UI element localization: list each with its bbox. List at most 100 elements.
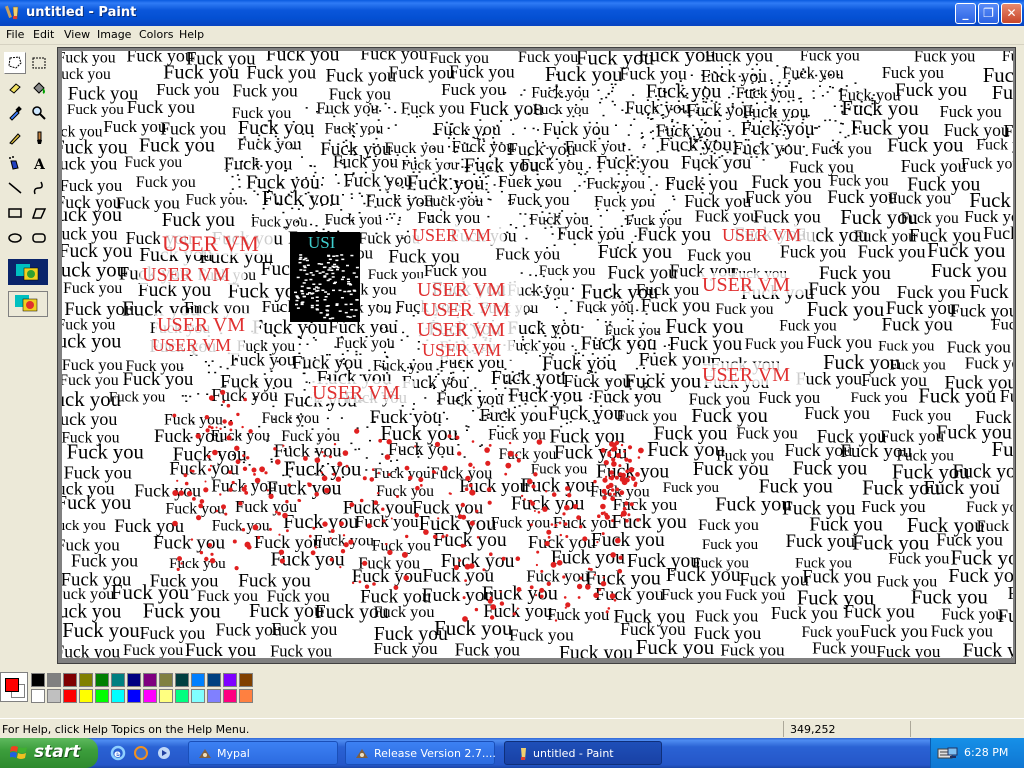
transparency-opaque-option[interactable]: [8, 259, 48, 285]
palette-swatch[interactable]: [159, 689, 173, 703]
menu-help[interactable]: Help: [179, 28, 204, 41]
firefox-icon[interactable]: [133, 745, 149, 761]
canvas-scribble-dot: [404, 370, 407, 372]
airbrush-tool[interactable]: [4, 152, 26, 174]
canvas-scribble-dot: [555, 86, 558, 88]
canvas-spray-dot: [209, 558, 216, 564]
canvas-scribble-dot: [398, 216, 401, 219]
canvas-scribble-dot: [307, 191, 310, 194]
palette-swatch[interactable]: [127, 673, 141, 687]
paint-app-icon: [5, 5, 19, 20]
palette-swatch[interactable]: [95, 689, 109, 703]
palette-swatch[interactable]: [143, 689, 157, 703]
palette-swatch[interactable]: [207, 673, 221, 687]
curve-tool[interactable]: [28, 177, 50, 199]
canvas-scribble-dot: [489, 198, 492, 201]
canvas-scribble-dot: [699, 139, 702, 142]
canvas-scribble-dot: [437, 203, 440, 205]
canvas-scribble-dot: [743, 112, 746, 115]
eraser-tool[interactable]: [4, 77, 26, 99]
palette-swatch[interactable]: [207, 689, 221, 703]
task-mypal[interactable]: Mypal: [188, 741, 338, 765]
canvas-scribble-dot: [311, 196, 314, 198]
magnifier-tool[interactable]: [28, 102, 50, 124]
palette-swatch[interactable]: [47, 673, 61, 687]
palette-swatch[interactable]: [47, 689, 61, 703]
palette-swatch[interactable]: [175, 689, 189, 703]
canvas-spray-dot: [220, 389, 226, 395]
canvas-spray-dot: [278, 549, 285, 555]
minimize-button[interactable]: _: [955, 3, 976, 24]
line-tool[interactable]: [4, 177, 26, 199]
text-tool[interactable]: A: [28, 152, 50, 174]
pencil-tool[interactable]: [4, 127, 26, 149]
close-button[interactable]: ✕: [1001, 3, 1022, 24]
palette-swatch[interactable]: [191, 673, 205, 687]
ellipse-tool[interactable]: [4, 227, 26, 249]
canvas-spray-dot: [259, 466, 265, 473]
canvas-scribble-dot: [377, 119, 380, 121]
polygon-tool[interactable]: [28, 202, 50, 224]
palette-swatch[interactable]: [79, 673, 93, 687]
canvas-scribble-dot: [513, 406, 516, 409]
palette-swatch[interactable]: [95, 673, 109, 687]
menu-file[interactable]: File: [6, 28, 24, 41]
canvas-scribble-dot: [707, 80, 710, 82]
fill-with-color-tool[interactable]: [28, 77, 50, 99]
palette-swatch[interactable]: [63, 689, 77, 703]
canvas-spray-dot: [376, 492, 380, 495]
free-form-select-tool[interactable]: [4, 52, 26, 74]
palette-swatch[interactable]: [31, 689, 45, 703]
canvas-scribble-dot: [598, 137, 601, 140]
canvas-scribble-dot: [751, 82, 754, 84]
network-icon[interactable]: [945, 745, 961, 761]
menu-colors[interactable]: Colors: [139, 28, 173, 41]
canvas-scribble-dot: [328, 139, 331, 142]
maximize-button[interactable]: ❐: [978, 3, 999, 24]
palette-swatch[interactable]: [63, 673, 77, 687]
canvas-spray-dot: [241, 425, 244, 429]
canvas-text-stamp: Fuck you: [283, 511, 358, 533]
menu-view[interactable]: View: [64, 28, 90, 41]
menu-image[interactable]: Image: [97, 28, 131, 41]
menu-edit[interactable]: Edit: [33, 28, 54, 41]
palette-swatch[interactable]: [111, 673, 125, 687]
transparency-transparent-option[interactable]: [8, 291, 48, 317]
palette-swatch[interactable]: [223, 673, 237, 687]
canvas-scribble-dot: [751, 111, 754, 113]
drawing-canvas[interactable]: Fuck you Fuck you Fuck you Fuck you Fuck you…: [62, 51, 1013, 658]
palette-swatch[interactable]: [239, 689, 253, 703]
rounded-rectangle-tool[interactable]: [28, 227, 50, 249]
palette-swatch[interactable]: [223, 689, 237, 703]
palette-swatch[interactable]: [79, 689, 93, 703]
palette-swatch[interactable]: [159, 673, 173, 687]
palette-swatch[interactable]: [239, 673, 253, 687]
palette-swatch[interactable]: [111, 689, 125, 703]
canvas-scribble-dot: [651, 130, 654, 132]
media-player-icon[interactable]: [156, 745, 172, 761]
foreground-color-swatch[interactable]: [5, 678, 19, 692]
canvas-scribble-dot: [653, 352, 656, 355]
palette-swatch[interactable]: [127, 689, 141, 703]
canvas-scribble-dot: [544, 335, 547, 337]
palette-swatch[interactable]: [191, 689, 205, 703]
canvas-scribble-dot: [855, 105, 858, 107]
canvas-spray-dot: [228, 470, 233, 474]
task-release-version[interactable]: Release Version 2.7....: [345, 741, 496, 765]
palette-swatch[interactable]: [31, 673, 45, 687]
canvas-scribble-dot: [297, 141, 300, 143]
canvas-spray-dot: [321, 475, 328, 482]
task-paint[interactable]: untitled - Paint: [504, 741, 662, 765]
select-tool[interactable]: [28, 52, 50, 74]
canvas-spray-dot: [178, 490, 184, 496]
canvas-scribble-dot: [597, 422, 600, 424]
rectangle-tool[interactable]: [4, 202, 26, 224]
palette-swatch[interactable]: [175, 673, 189, 687]
palette-swatch[interactable]: [143, 673, 157, 687]
brush-tool[interactable]: [28, 127, 50, 149]
pick-color-tool[interactable]: [4, 102, 26, 124]
canvas-spray-dot: [563, 522, 568, 526]
internet-explorer-icon[interactable]: e: [110, 745, 126, 761]
inverted-noise-dot: [352, 315, 356, 317]
start-button[interactable]: start: [0, 738, 98, 768]
